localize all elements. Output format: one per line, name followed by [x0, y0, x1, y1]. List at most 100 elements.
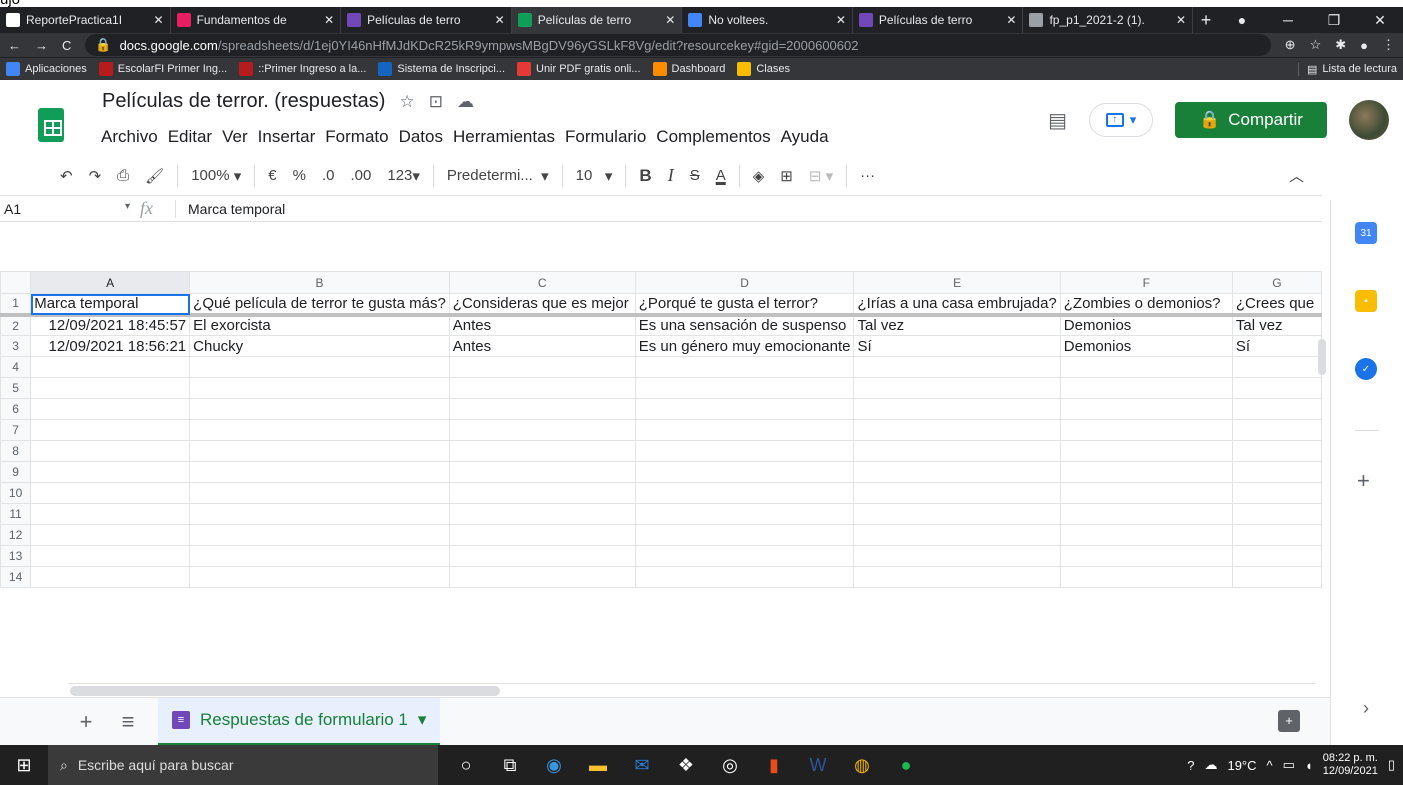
cell[interactable]: [1231, 356, 1322, 378]
cell[interactable]: [853, 461, 1061, 483]
cell[interactable]: Demonios: [1059, 335, 1233, 357]
comment-icon[interactable]: ▤: [1048, 108, 1067, 133]
cell[interactable]: [1059, 524, 1233, 546]
avatar[interactable]: [1349, 100, 1389, 140]
currency-button[interactable]: €: [260, 167, 284, 184]
cell[interactable]: Sí: [1231, 335, 1322, 357]
cloud-status-icon[interactable]: ☁: [457, 92, 474, 112]
cell[interactable]: 12/09/2021 18:56:21: [30, 335, 191, 357]
cell[interactable]: [634, 503, 855, 525]
menu-item[interactable]: Ver: [217, 127, 253, 147]
edge-icon[interactable]: ◉: [532, 755, 576, 776]
menu-item[interactable]: Datos: [394, 127, 448, 147]
name-box[interactable]: A1 ▾: [0, 201, 140, 217]
reading-list-button[interactable]: ▤ Lista de lectura: [1297, 62, 1397, 76]
cell[interactable]: ¿Qué película de terror te gusta más?: [189, 293, 450, 317]
star-icon[interactable]: ☆: [1310, 37, 1322, 53]
cell[interactable]: Antes: [448, 314, 636, 336]
row-header[interactable]: 1: [0, 293, 32, 317]
cell[interactable]: [189, 461, 450, 483]
cell[interactable]: [30, 545, 191, 567]
vertical-scrollbar[interactable]: [1316, 335, 1330, 680]
cell[interactable]: [1059, 545, 1233, 567]
italic-icon[interactable]: I: [660, 165, 682, 186]
cell[interactable]: Demonios: [1059, 314, 1233, 336]
office-icon[interactable]: ▮: [752, 755, 796, 776]
select-all-corner[interactable]: [0, 271, 32, 294]
cell[interactable]: [1231, 503, 1322, 525]
add-sheet-icon[interactable]: +: [70, 709, 102, 735]
cell[interactable]: [448, 419, 636, 441]
decrease-decimals-button[interactable]: .0: [314, 167, 343, 184]
cell[interactable]: [1059, 503, 1233, 525]
cell[interactable]: [853, 398, 1061, 420]
cell[interactable]: [1059, 419, 1233, 441]
collapse-toolbar-icon[interactable]: ︿: [1281, 165, 1322, 186]
cell[interactable]: [30, 440, 191, 462]
cell[interactable]: [30, 377, 191, 399]
star-icon[interactable]: ☆: [399, 92, 414, 112]
profile-icon[interactable]: ●: [1219, 12, 1265, 29]
spotify-icon[interactable]: ●: [884, 755, 928, 776]
cell[interactable]: [634, 566, 855, 588]
cell[interactable]: [634, 482, 855, 504]
more-icon[interactable]: ···: [852, 167, 883, 184]
close-icon[interactable]: ✕: [154, 13, 164, 27]
cell[interactable]: [448, 440, 636, 462]
cell[interactable]: [189, 482, 450, 504]
cell[interactable]: [1231, 545, 1322, 567]
cell[interactable]: [189, 356, 450, 378]
row-header[interactable]: 5: [0, 377, 32, 399]
menu-dots-icon[interactable]: ⋮: [1382, 37, 1395, 53]
dropbox-icon[interactable]: ❖: [664, 755, 708, 776]
column-header[interactable]: G: [1231, 271, 1322, 294]
volume-icon[interactable]: ◖: [1305, 758, 1313, 773]
add-addon-icon[interactable]: +: [1357, 468, 1370, 494]
cell[interactable]: [448, 377, 636, 399]
profile-icon[interactable]: ●: [1360, 38, 1368, 53]
cell[interactable]: [1059, 377, 1233, 399]
temperature[interactable]: 19°C: [1227, 758, 1256, 773]
column-header[interactable]: D: [634, 271, 855, 294]
cell[interactable]: ¿Zombies o demonios?: [1059, 293, 1233, 317]
row-header[interactable]: 14: [0, 566, 32, 588]
cell[interactable]: [853, 482, 1061, 504]
cell[interactable]: [634, 524, 855, 546]
browser-tab[interactable]: Fundamentos de ✕: [171, 7, 342, 33]
paint-format-icon[interactable]: 🖌: [137, 167, 172, 185]
present-button[interactable]: ↑ ▾: [1089, 103, 1153, 137]
cell[interactable]: [853, 440, 1061, 462]
column-header[interactable]: F: [1059, 271, 1233, 294]
close-icon[interactable]: ✕: [324, 13, 334, 27]
notification-icon[interactable]: ▯: [1388, 757, 1395, 773]
browser-tab[interactable]: Películas de terro ✕: [341, 7, 512, 33]
cell[interactable]: Tal vez: [853, 314, 1061, 336]
cell[interactable]: [634, 398, 855, 420]
browser-tab[interactable]: Películas de terro ✕: [511, 7, 683, 33]
url-input[interactable]: 🔒 docs.google.com/spreadsheets/d/1ej0YI4…: [85, 34, 1271, 56]
cell[interactable]: [1231, 419, 1322, 441]
close-icon[interactable]: ✕: [665, 13, 675, 27]
extensions-icon[interactable]: ✱: [1335, 37, 1346, 53]
row-header[interactable]: 6: [0, 398, 32, 420]
cell[interactable]: ¿Crees que: [1231, 293, 1322, 317]
menu-item[interactable]: Formato: [320, 127, 393, 147]
sheets-logo-icon[interactable]: [38, 108, 64, 142]
help-icon[interactable]: ?: [1187, 758, 1194, 773]
minimize-icon[interactable]: ─: [1265, 12, 1311, 29]
cell[interactable]: [30, 398, 191, 420]
word-icon[interactable]: W: [796, 755, 840, 776]
cell[interactable]: [853, 356, 1061, 378]
scroll-thumb[interactable]: [70, 686, 500, 696]
cell[interactable]: Marca temporal: [30, 293, 191, 317]
browser-tab[interactable]: Películas de terro ✕: [853, 7, 1024, 33]
cell[interactable]: [1059, 440, 1233, 462]
row-header[interactable]: 7: [0, 419, 32, 441]
share-button[interactable]: 🔒 Compartir: [1175, 102, 1327, 138]
cell[interactable]: ¿Irías a una casa embrujada?: [853, 293, 1061, 317]
bold-icon[interactable]: B: [631, 166, 659, 186]
cell[interactable]: [1231, 482, 1322, 504]
cell[interactable]: [1059, 461, 1233, 483]
cell[interactable]: [30, 356, 191, 378]
column-header[interactable]: B: [189, 271, 450, 294]
